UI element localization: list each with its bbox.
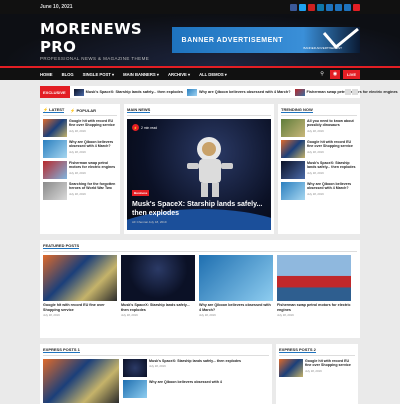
category-badge[interactable]: Business (132, 190, 150, 197)
trending-widget: TRENDING NOW All you need to know about … (278, 104, 360, 234)
list-item[interactable]: Google hit with record EU fine over Shop… (279, 359, 355, 377)
facebook-icon[interactable] (290, 3, 297, 11)
instagram-icon[interactable] (335, 3, 342, 11)
nav-icons: ⚲ ◉ LIVE (317, 68, 360, 80)
date-text: June 10, 2021 (40, 4, 73, 10)
nav-all-demos[interactable]: ALL DEMOS ▾ (199, 72, 227, 77)
exclusive-label: EXCLUSIVE (40, 86, 70, 98)
list-item[interactable]: Why are Qiboon believers obsessed with 4… (43, 140, 117, 158)
main-news-widget: MAIN NEWS ⚡ 2 min read Business Musk's Sp… (124, 104, 274, 234)
main-news-heading: MAIN NEWS (127, 107, 271, 116)
watch-icon[interactable]: ◉ (330, 69, 341, 79)
read-time: ⚡ 2 min read (132, 124, 158, 131)
logo-text: MORENEWS PRO (40, 19, 143, 56)
featured-card[interactable]: Musk's SpaceX: Starship lands safely... … (121, 255, 195, 317)
prev-arrow-icon[interactable] (345, 89, 351, 95)
youtube-icon[interactable] (308, 3, 315, 11)
pinterest-icon[interactable] (344, 3, 351, 11)
next-arrow-icon[interactable] (352, 89, 358, 95)
ticker-item[interactable]: Musk's SpaceX: Starship lands safely... … (73, 88, 183, 96)
email-icon[interactable] (353, 3, 360, 11)
main-news-meta: AF Chennai July 18, 2019 (132, 220, 167, 224)
linkedin-icon[interactable] (317, 3, 324, 11)
main-news-title[interactable]: Musk's SpaceX: Starship lands safely... … (132, 201, 266, 218)
news-ticker: EXCLUSIVE Musk's SpaceX: Starship lands … (40, 86, 398, 98)
list-item[interactable]: Searching for the forgotten heroes of Wo… (43, 182, 117, 200)
list-item[interactable]: Google hit with record EU fine over Shop… (281, 140, 357, 158)
list-item[interactable]: Why are Qiboon believers obsessed with 4 (123, 380, 269, 398)
express1-heading: EXPRESS POSTS 1 (43, 347, 269, 356)
widget-tabs: ⚡ LATEST ⚡ POPULAR (43, 107, 117, 116)
express-image[interactable] (43, 359, 119, 403)
social-links (290, 3, 360, 11)
express2-heading: EXPRESS POSTS 2 (279, 347, 355, 356)
list-item[interactable]: All you need to know about possibly dino… (281, 119, 357, 137)
featured-card[interactable]: Why are Qiboon believers obsessed with 4… (199, 255, 273, 317)
list-item[interactable]: Google hit with record EU fine over Shop… (43, 119, 117, 137)
featured-heading: FEATURED POSTS (43, 243, 357, 252)
list-item[interactable]: Why are Qiboon believers obsessed with 4… (281, 182, 357, 200)
nav-blog[interactable]: BLOG (62, 72, 74, 77)
express-posts-2: EXPRESS POSTS 2 Google hit with record E… (276, 344, 358, 404)
latest-popular-widget: ⚡ LATEST ⚡ POPULAR Google hit with recor… (40, 104, 120, 234)
ticker-item[interactable]: Why are Qiboon believers obsessed with 4… (186, 88, 291, 96)
tagline: PROFESSIONAL NEWS & MAGAZINE THEME (40, 55, 150, 61)
featured-card[interactable]: Fisherman swap petrol motors for electri… (277, 255, 351, 317)
twitter-icon[interactable] (299, 3, 306, 11)
featured-posts: FEATURED POSTS Google hit with record EU… (40, 240, 360, 338)
top-section: ⚡ LATEST ⚡ POPULAR Google hit with recor… (40, 104, 360, 234)
nav-main-banners[interactable]: MAIN BANNERS ▾ (123, 72, 159, 77)
nav-archive[interactable]: ARCHIVE ▾ (168, 72, 190, 77)
nav-single-post[interactable]: SINGLE POST ▾ (83, 72, 114, 77)
banner-ad[interactable]: BANNER ADVERTISEMENT BANNER ADVERTISEMEN… (171, 27, 360, 53)
trending-heading: TRENDING NOW (281, 107, 357, 116)
featured-card[interactable]: Google hit with record EU fine over Shop… (43, 255, 117, 317)
express-posts-1: EXPRESS POSTS 1 Musk's SpaceX: Starship … (40, 344, 272, 404)
main-nav: HOME BLOG SINGLE POST ▾ MAIN BANNERS ▾ A… (0, 66, 400, 80)
site-header: MORENEWS PRO PROFESSIONAL NEWS & MAGAZIN… (0, 14, 400, 66)
search-icon[interactable]: ⚲ (317, 70, 327, 79)
list-item[interactable]: Musk's SpaceX: Starship lands safely... … (123, 359, 269, 377)
express-section: EXPRESS POSTS 1 Musk's SpaceX: Starship … (40, 344, 360, 404)
main-news-card[interactable]: ⚡ 2 min read Business Musk's SpaceX: Star… (127, 119, 271, 230)
list-item[interactable]: Fisherman swap petrol motors for electri… (43, 161, 117, 179)
tab-latest[interactable]: ⚡ LATEST (43, 107, 65, 113)
ticker-arrows (345, 89, 358, 95)
tab-popular[interactable]: ⚡ POPULAR (70, 108, 96, 113)
site-logo[interactable]: MORENEWS PRO PROFESSIONAL NEWS & MAGAZIN… (40, 20, 172, 61)
live-button[interactable]: LIVE (343, 69, 360, 79)
top-bar: June 10, 2021 (0, 0, 400, 14)
nav-home[interactable]: HOME (40, 72, 53, 77)
banner-text: BANNER ADVERTISEMENT (181, 36, 284, 44)
banner-check-icon (322, 27, 359, 50)
vimeo-icon[interactable] (326, 3, 333, 11)
list-item[interactable]: Musk's SpaceX: Starship lands safely... … (281, 161, 357, 179)
